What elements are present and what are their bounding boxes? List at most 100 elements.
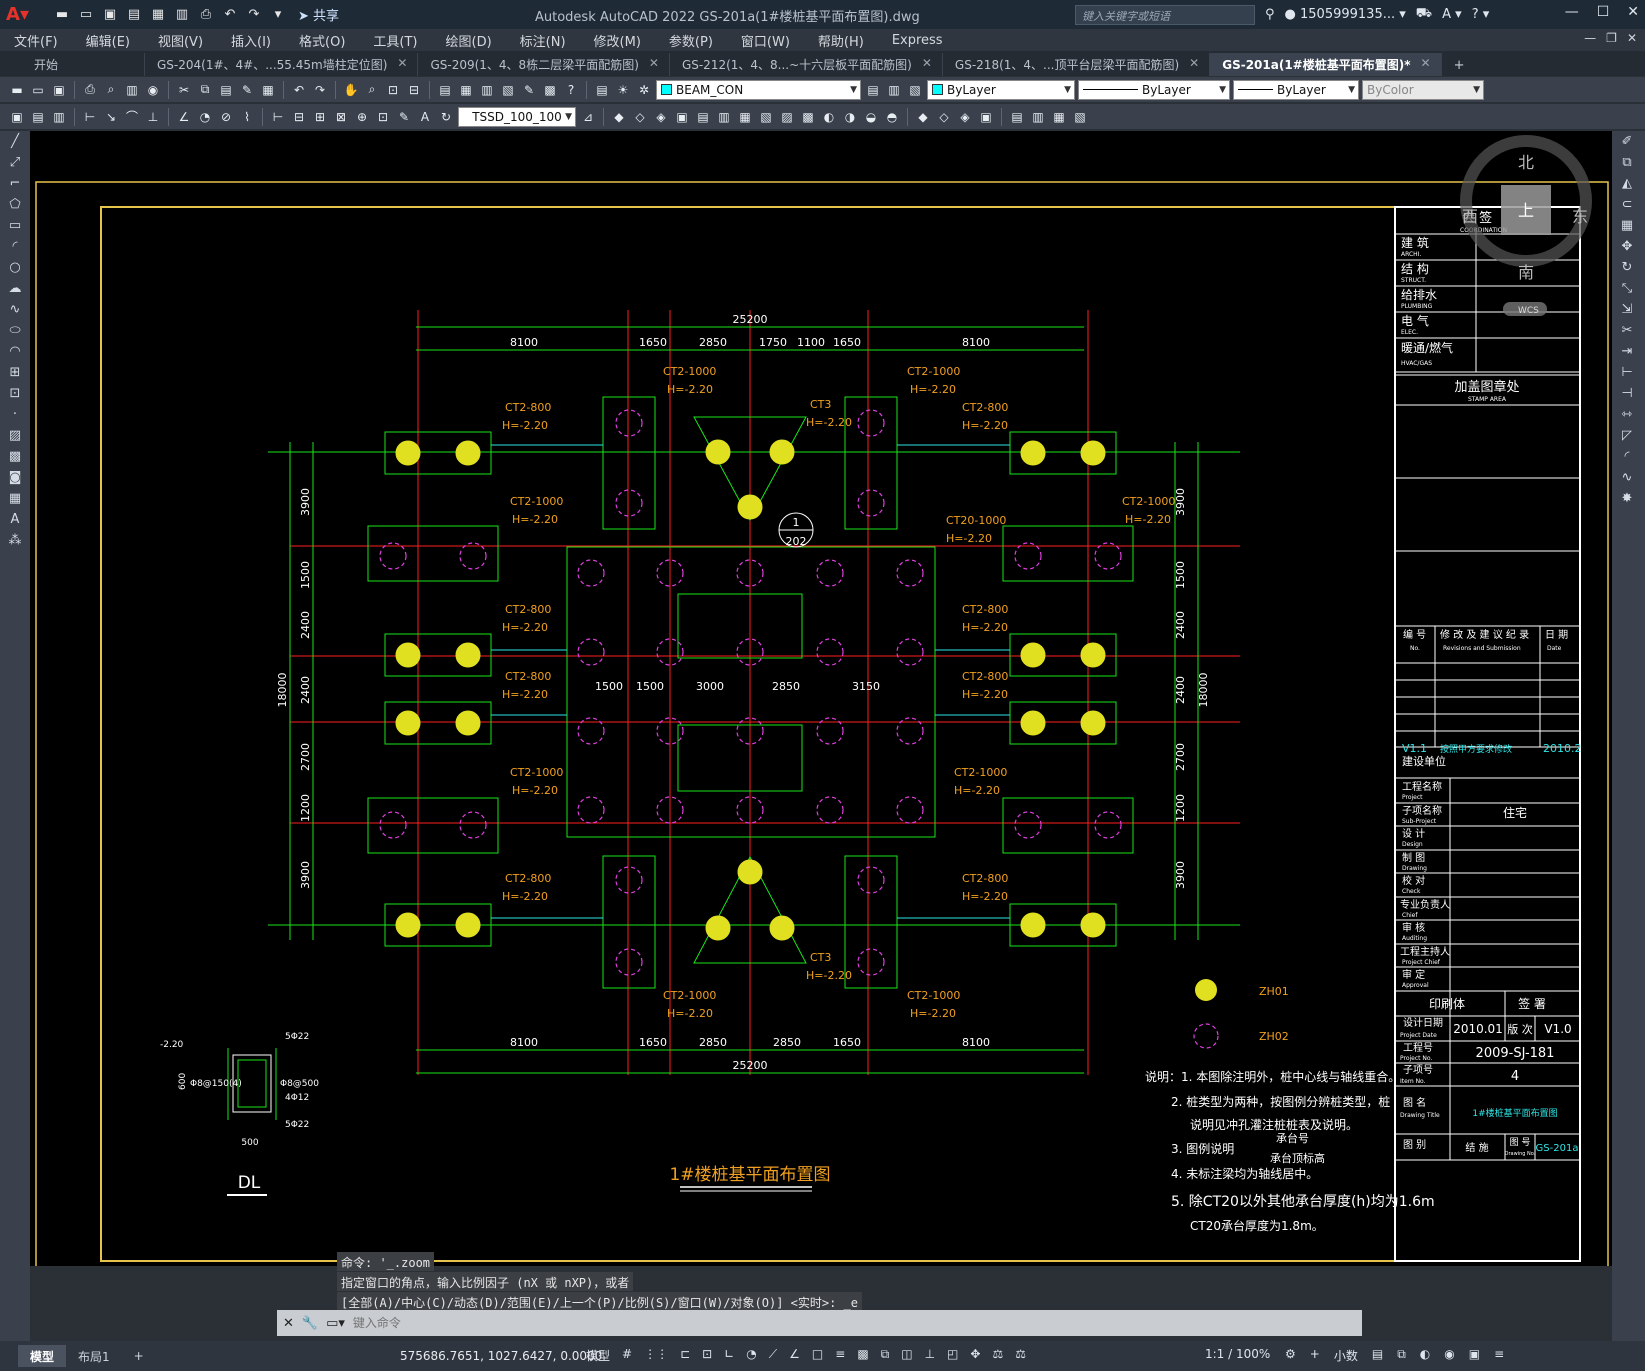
plot-icon[interactable]: ⎙ bbox=[81, 81, 99, 99]
gradient-icon[interactable]: ▩ bbox=[0, 446, 30, 467]
tab-close-icon[interactable]: ✕ bbox=[649, 56, 659, 76]
tssd-j-icon[interactable]: ▩ bbox=[799, 108, 817, 126]
wcs-label[interactable]: WCS bbox=[1518, 306, 1539, 316]
viewcube-top[interactable]: 上 bbox=[1518, 201, 1534, 220]
save-as-icon[interactable]: ▤ bbox=[124, 5, 144, 25]
sheet-set-icon[interactable]: ▧ bbox=[499, 81, 517, 99]
user-account[interactable]: ● 1505999135... ▾ bbox=[1285, 7, 1406, 22]
break-at-point-icon[interactable]: ⊢ bbox=[1612, 362, 1642, 383]
tssd-v-icon[interactable]: ▧ bbox=[1071, 108, 1089, 126]
add-layout-button[interactable]: + bbox=[122, 1345, 156, 1367]
break-icon[interactable]: ⊣ bbox=[1612, 383, 1642, 404]
blend-icon[interactable]: ∿ bbox=[1612, 467, 1642, 488]
dim-inspect-icon[interactable]: ⊡ bbox=[374, 108, 392, 126]
dim-linear-icon[interactable]: ⊢ bbox=[81, 108, 99, 126]
snap-icon[interactable]: ⋮⋮ bbox=[644, 1347, 668, 1362]
cart-icon[interactable]: ⛟ bbox=[1416, 6, 1432, 23]
copy-icon[interactable]: ⧉ bbox=[196, 81, 214, 99]
menu-edit[interactable]: 编辑(E) bbox=[72, 31, 144, 50]
redo-icon[interactable]: ↷ bbox=[244, 5, 264, 25]
tab-start[interactable]: 开始 bbox=[0, 53, 145, 76]
3d-osnap-icon[interactable]: ◫ bbox=[901, 1347, 912, 1362]
open-icon[interactable]: ▭ bbox=[29, 81, 47, 99]
tab-close-icon[interactable]: ✕ bbox=[922, 56, 932, 76]
polygon-icon[interactable]: ⬠ bbox=[0, 194, 30, 215]
offset-icon[interactable]: ⊂ bbox=[1612, 194, 1642, 215]
dim-angle-icon[interactable]: ∠ bbox=[175, 108, 193, 126]
table-icon[interactable]: ▦ bbox=[0, 488, 30, 509]
dim-edit-icon[interactable]: ✎ bbox=[395, 108, 413, 126]
tssd-o-icon[interactable]: ◆ bbox=[914, 108, 932, 126]
open-file-icon[interactable]: ▭ bbox=[76, 5, 96, 25]
tssd-d-icon[interactable]: ▣ bbox=[673, 108, 691, 126]
tssd-p-icon[interactable]: ◇ bbox=[935, 108, 953, 126]
tab-gs209[interactable]: GS-209(1、4、8栋二层梁平面配筋图) ✕ bbox=[418, 53, 670, 76]
tssd-r-icon[interactable]: ▣ bbox=[977, 108, 995, 126]
make-block-icon[interactable]: ⊡ bbox=[0, 383, 30, 404]
ellipse-arc-icon[interactable]: ◠ bbox=[0, 341, 30, 362]
zoom-window-icon[interactable]: ⊡ bbox=[384, 81, 402, 99]
cut-icon[interactable]: ✂ bbox=[175, 81, 193, 99]
infer-icon[interactable]: ⊏ bbox=[680, 1347, 690, 1362]
make-current-icon[interactable]: ▤ bbox=[864, 81, 882, 99]
gizmo-icon[interactable]: ✥ bbox=[970, 1347, 980, 1362]
tab-gs218[interactable]: GS-218(1、4、...顶平台层梁平面配筋图) ✕ bbox=[943, 53, 1211, 76]
match-properties-icon[interactable]: ✎ bbox=[238, 81, 256, 99]
dynamic-input-icon[interactable]: ⊡ bbox=[702, 1347, 712, 1362]
region-icon[interactable]: ◙ bbox=[0, 467, 30, 488]
tssd-a-icon[interactable]: ◆ bbox=[610, 108, 628, 126]
tssd-g-icon[interactable]: ▦ bbox=[736, 108, 754, 126]
help-icon[interactable]: ? ▾ bbox=[1472, 7, 1490, 22]
extend-icon[interactable]: ⇥ bbox=[1612, 341, 1642, 362]
tssd-t-icon[interactable]: ▥ bbox=[1029, 108, 1047, 126]
undo-icon[interactable]: ↶ bbox=[290, 81, 308, 99]
dim-radius-icon[interactable]: ◔ bbox=[196, 108, 214, 126]
tssd-b-icon[interactable]: ◇ bbox=[631, 108, 649, 126]
revcloud-icon[interactable]: ☁ bbox=[0, 278, 30, 299]
autocad-logo-icon[interactable]: A ▾ bbox=[6, 4, 32, 26]
tssd-n-icon[interactable]: ◓ bbox=[883, 108, 901, 126]
hardware-accel-icon[interactable]: ◉ bbox=[1444, 1347, 1454, 1364]
units-dropdown[interactable]: 小数 bbox=[1334, 1347, 1358, 1364]
block-editor-icon[interactable]: ▦ bbox=[259, 81, 277, 99]
doc-restore-icon[interactable]: ❐ bbox=[1606, 31, 1617, 45]
tool-3-icon[interactable]: ▥ bbox=[50, 108, 68, 126]
tssd-s-icon[interactable]: ▤ bbox=[1008, 108, 1026, 126]
menu-format[interactable]: 格式(O) bbox=[285, 31, 359, 50]
plot-icon[interactable]: ⎙ bbox=[196, 5, 216, 25]
tab-close-icon[interactable]: ✕ bbox=[1421, 56, 1431, 76]
tssd-l-icon[interactable]: ◑ bbox=[841, 108, 859, 126]
tab-model[interactable]: 模型 bbox=[18, 1345, 67, 1367]
command-recent-icon[interactable]: ▭▾ bbox=[326, 1316, 345, 1331]
menu-express[interactable]: Express bbox=[878, 33, 957, 48]
dim-style-icon[interactable]: ⊿ bbox=[579, 108, 597, 126]
auto-scale-icon[interactable]: ⚖ bbox=[1015, 1347, 1026, 1362]
mtext-icon[interactable]: A bbox=[0, 509, 30, 530]
menu-modify[interactable]: 修改(M) bbox=[580, 31, 655, 50]
layer-properties-icon[interactable]: ▤ bbox=[593, 81, 611, 99]
tssd-f-icon[interactable]: ▥ bbox=[715, 108, 733, 126]
customize-qat-icon[interactable]: ▾ bbox=[268, 5, 288, 25]
design-center-icon[interactable]: ▦ bbox=[457, 81, 475, 99]
tab-close-icon[interactable]: ✕ bbox=[397, 56, 407, 76]
coordinates-readout[interactable]: 575686.7651, 1027.6427, 0.0000 bbox=[400, 1349, 602, 1363]
quick-properties-icon[interactable]: ▤ bbox=[1372, 1347, 1383, 1364]
dim-update-icon[interactable]: ↻ bbox=[437, 108, 455, 126]
tab-gs204[interactable]: GS-204(1#、4#、...55.45m墙柱定位图) ✕ bbox=[145, 53, 419, 76]
tab-gs201a[interactable]: GS-201a(1#楼桩基平面布置图)* ✕ bbox=[1210, 53, 1442, 76]
dim-text-icon[interactable]: A bbox=[416, 108, 434, 126]
lineweight-icon[interactable]: ≡ bbox=[835, 1347, 845, 1362]
doc-close-icon[interactable]: ✕ bbox=[1627, 31, 1637, 45]
share-button[interactable]: ➤ 共享 bbox=[298, 5, 339, 24]
dim-space-icon[interactable]: ⊞ bbox=[311, 108, 329, 126]
dim-baseline-icon[interactable]: ⊥ bbox=[144, 108, 162, 126]
3d-dwf-icon[interactable]: ◉ bbox=[144, 81, 162, 99]
tssd-i-icon[interactable]: ▨ bbox=[778, 108, 796, 126]
help-search-input[interactable]: 键入关键字或短语 bbox=[1075, 5, 1255, 25]
pan-icon[interactable]: ✋ bbox=[342, 81, 360, 99]
menu-insert[interactable]: 插入(I) bbox=[217, 31, 285, 50]
new-file-icon[interactable]: ▬ bbox=[52, 5, 72, 25]
trim-icon[interactable]: ✂ bbox=[1612, 320, 1642, 341]
xline-icon[interactable]: ⤢ bbox=[0, 152, 30, 173]
plotstyle-dropdown[interactable]: ByColor ▼ bbox=[1362, 79, 1484, 100]
